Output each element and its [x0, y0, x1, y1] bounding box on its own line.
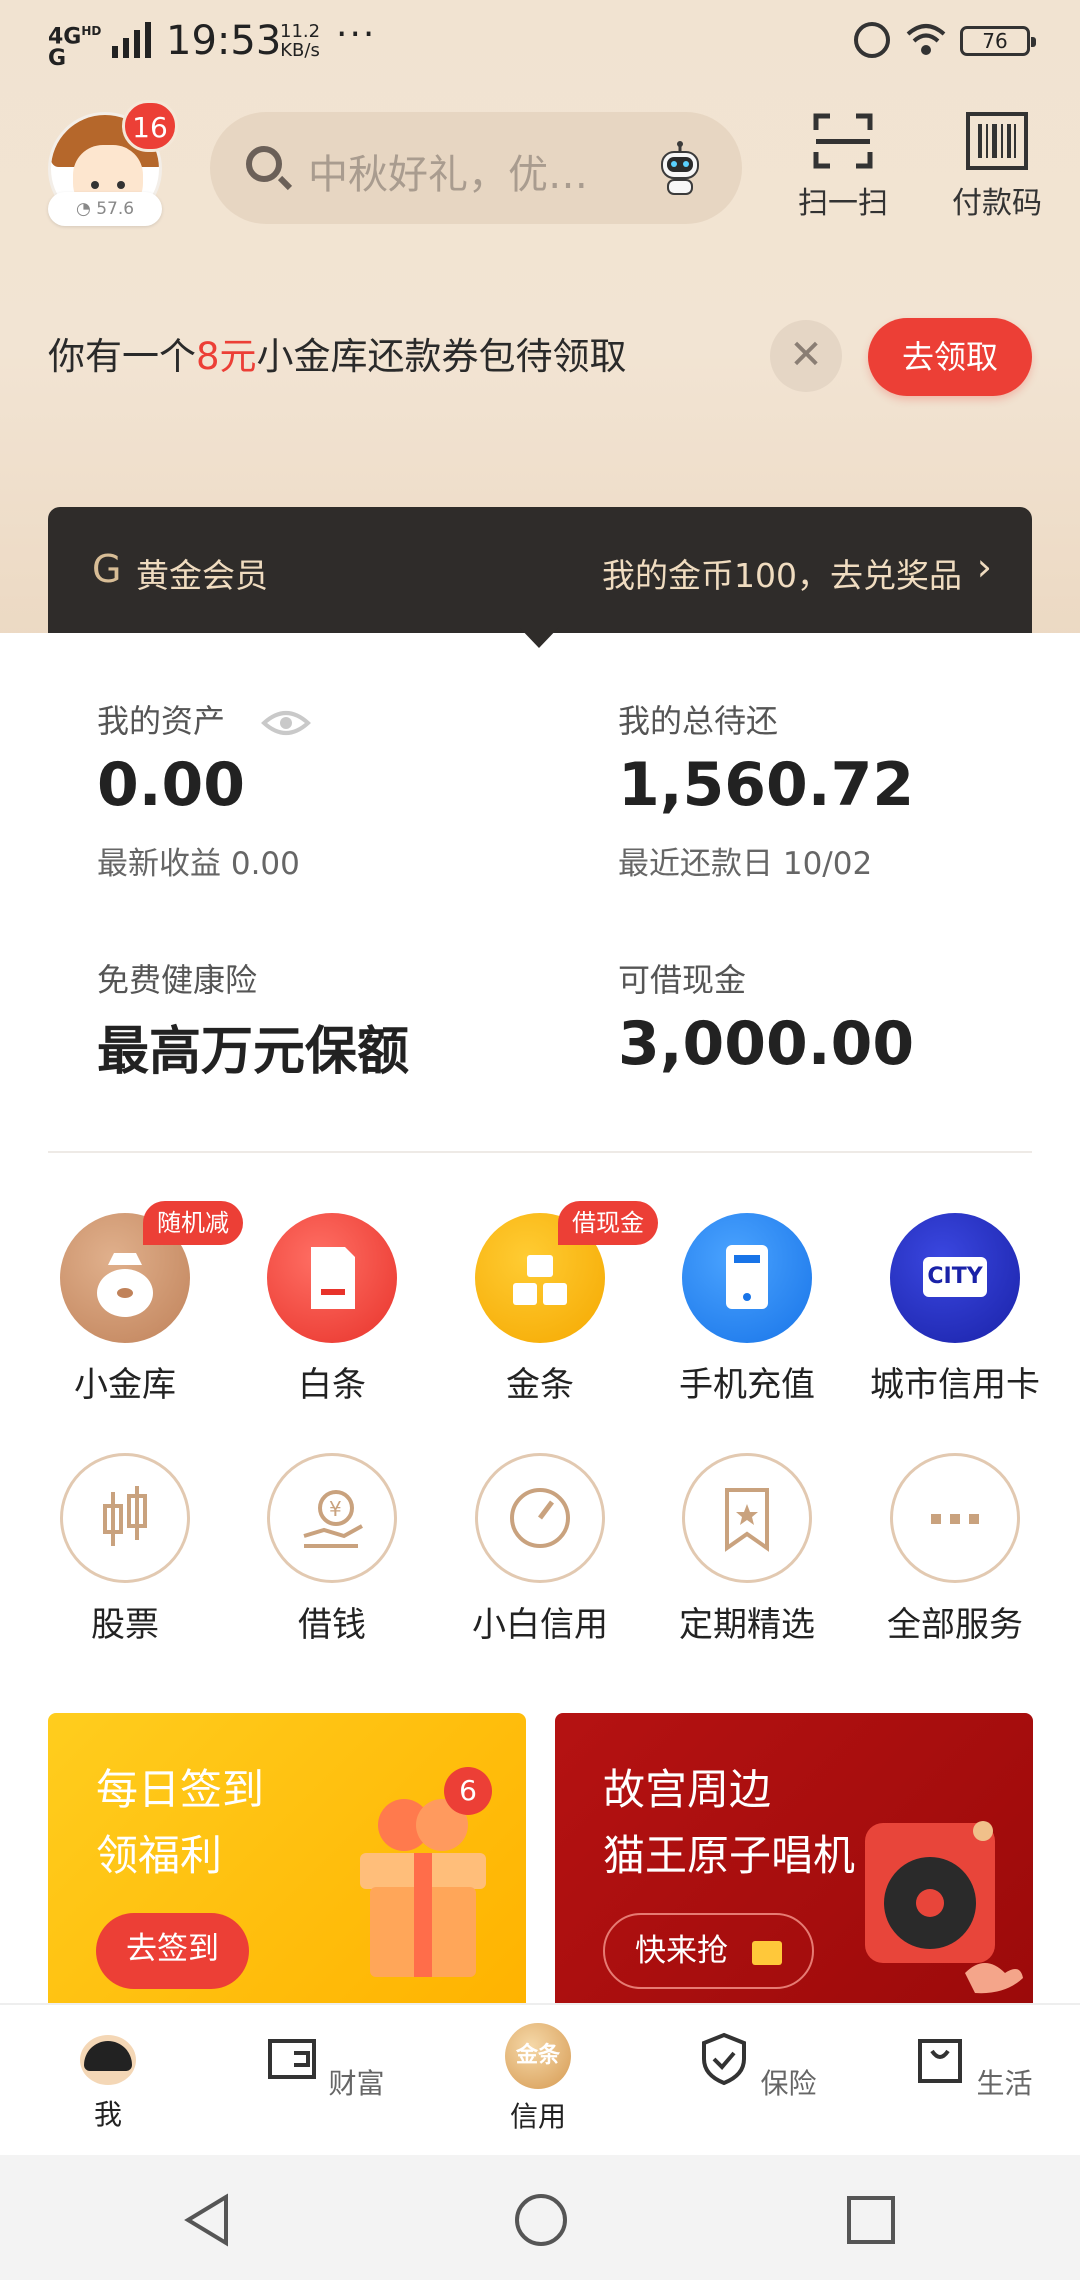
gold-member-icon: G	[92, 547, 122, 591]
credit-score[interactable]: ◔ 57.6	[48, 192, 162, 226]
jintiao-tab-icon: 金条	[505, 2023, 571, 2089]
service-all[interactable]: 全部服务	[855, 1453, 1055, 1646]
wifi-icon	[906, 24, 946, 55]
svg-text:¥: ¥	[329, 1497, 342, 1521]
member-level: 黄金会员	[136, 556, 268, 595]
borrowable-cash[interactable]: 可借现金 3,000.00	[618, 955, 914, 1079]
notification-badge: 16	[122, 100, 178, 152]
scan-label: 扫一扫	[798, 186, 888, 221]
tab-bar: 我 财富 金条 信用 保险 生活	[0, 2003, 1080, 2155]
insurance-value: 最高万元保额	[97, 1022, 410, 1082]
bookmark-star-icon	[682, 1453, 812, 1583]
clock: 19:53	[166, 18, 282, 64]
service-xiaobai-credit[interactable]: 小白信用	[440, 1453, 640, 1646]
scan-button[interactable]: 扫一扫	[788, 112, 898, 222]
back-icon[interactable]	[182, 2193, 232, 2247]
coupon-amount: 8元	[196, 335, 257, 378]
status-bar: 4GHD G 19:53 11.2 KB/s ··· 76	[0, 0, 1080, 84]
tab-insurance[interactable]: 保险	[676, 2031, 836, 2102]
alarm-icon	[854, 22, 890, 58]
document-icon	[267, 1213, 397, 1343]
recent-apps-icon[interactable]	[846, 2195, 896, 2245]
free-health-insurance[interactable]: 免费健康险 最高万元保额	[97, 955, 409, 1084]
service-phone-recharge[interactable]: 手机充值	[647, 1213, 847, 1406]
grab-button[interactable]: 快来抢	[603, 1913, 814, 1989]
phone-icon	[682, 1213, 812, 1343]
cash-value: 3,000.00	[618, 1009, 915, 1079]
claim-coupon-button[interactable]: 去领取	[868, 318, 1032, 396]
money-hand-icon: ¥	[267, 1453, 397, 1583]
gift-box-icon	[360, 1799, 486, 1977]
network-speed: 11.2 KB/s	[280, 21, 321, 61]
checkin-title: 每日签到 领福利	[96, 1765, 265, 1880]
my-assets-value: 0.00	[97, 750, 246, 820]
paycode-label: 付款码	[952, 186, 1042, 221]
candlestick-icon	[60, 1453, 190, 1583]
record-player-icon	[865, 1821, 1023, 1994]
robot-assistant-icon[interactable]	[650, 138, 710, 198]
gift-count-badge: 6	[444, 1767, 492, 1815]
barcode-icon	[966, 112, 1028, 170]
service-tag: 借现金	[558, 1201, 658, 1245]
service-tag: 随机减	[143, 1201, 243, 1245]
network-indicator: 4GHD G	[48, 24, 102, 72]
scan-icon	[813, 113, 873, 169]
chevron-right-icon: ›	[976, 545, 992, 589]
total-due[interactable]: 我的总待还 1,560.72 最近还款日 10/02	[618, 696, 914, 883]
service-fixed-term[interactable]: 定期精选	[647, 1453, 847, 1646]
gold-member-bar[interactable]: G 黄金会员 我的金币100，去兑奖品 ›	[48, 507, 1032, 633]
my-assets[interactable]: 我的资产 0.00 最新收益 0.00	[97, 696, 312, 883]
eye-icon[interactable]	[261, 708, 312, 738]
service-borrow[interactable]: ¥ 借钱	[232, 1453, 432, 1646]
service-xiaojinku[interactable]: 随机减 小金库	[25, 1201, 243, 1406]
service-stocks[interactable]: 股票	[25, 1453, 225, 1646]
shopping-bag-icon	[917, 2039, 962, 2083]
tab-credit[interactable]: 金条 信用	[458, 2023, 618, 2135]
divider	[48, 1151, 1032, 1153]
more-icon	[890, 1453, 1020, 1583]
paycode-button[interactable]: 付款码	[942, 112, 1052, 222]
coin-redeem-link[interactable]: 我的金币100，去兑奖品	[602, 549, 962, 597]
service-city-credit-card[interactable]: CITY 城市信用卡	[855, 1213, 1055, 1406]
tab-life[interactable]: 生活	[892, 2031, 1052, 2102]
search-icon	[246, 146, 282, 182]
service-jintiao[interactable]: 借现金 金条	[440, 1201, 658, 1406]
signal-icon	[112, 22, 151, 58]
city-card-icon: CITY	[890, 1213, 1020, 1343]
tab-wealth[interactable]: 财富	[244, 2031, 404, 2102]
total-due-value: 1,560.72	[618, 750, 915, 820]
tab-me[interactable]: 我	[28, 2031, 188, 2133]
home-icon[interactable]	[514, 2193, 568, 2247]
wallet-icon	[267, 2039, 316, 2079]
promo-title: 故宫周边 猫王原子唱机	[603, 1765, 856, 1880]
recent-due-date: 最近还款日 10/02	[618, 846, 873, 882]
gauge-icon	[475, 1453, 605, 1583]
palace-museum-card[interactable]: 故宫周边 猫王原子唱机 快来抢	[555, 1713, 1033, 2003]
shield-icon	[701, 2032, 746, 2086]
close-icon[interactable]: ✕	[770, 320, 842, 392]
service-baitiao[interactable]: 白条	[232, 1213, 432, 1406]
daily-checkin-card[interactable]: 每日签到 领福利 6 去签到	[48, 1713, 526, 2003]
latest-income: 最新收益 0.00	[97, 846, 300, 882]
search-bar[interactable]: 中秋好礼，优…	[210, 112, 742, 224]
avatar-tab-icon	[80, 2031, 136, 2087]
search-placeholder: 中秋好礼，优…	[308, 152, 588, 198]
battery-icon: 76	[960, 26, 1036, 56]
coupon-notice: 你有一个8元小金库还款券包待领取	[48, 335, 627, 378]
gift-icon	[751, 1940, 782, 1965]
system-nav-bar	[0, 2155, 1080, 2280]
more-notifications: ···	[336, 14, 377, 55]
checkin-button[interactable]: 去签到	[96, 1913, 249, 1989]
